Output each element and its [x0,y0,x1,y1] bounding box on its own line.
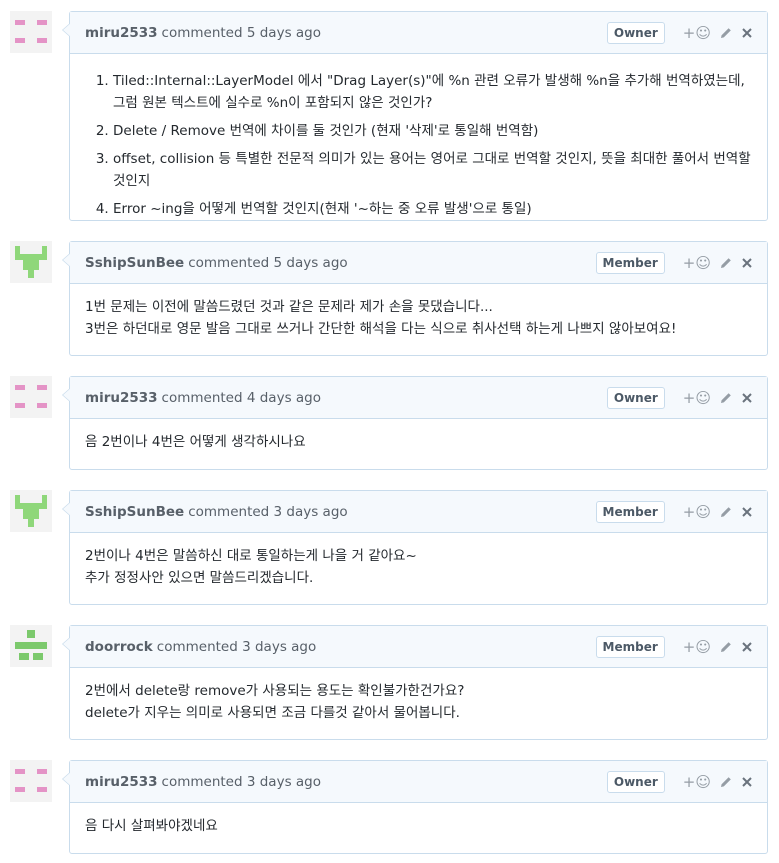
comment-actions: Member +☺ [595,491,753,533]
list-item: offset, collision 등 특별한 전문적 의미가 있는 용어는 영… [113,148,752,192]
list-item: Error ~ing을 어떻게 번역할 것인지(현재 '~하는 중 오류 발생'… [113,198,752,220]
comment-actions: Member +☺ [595,626,753,668]
comment-body: Tiled::Internal::LayerModel 에서 "Drag Lay… [70,54,767,238]
avatar[interactable] [10,490,52,532]
close-icon[interactable] [741,776,753,788]
close-icon[interactable] [741,506,753,518]
smiley-icon[interactable]: +☺ [683,254,711,272]
comment-header: SshipSunBee commented 5 days ago Member … [70,242,767,284]
close-icon[interactable] [741,641,753,653]
comment-body: 2번에서 delete랑 remove가 사용되는 용도는 확인불가한건가요? … [70,668,767,736]
pencil-icon[interactable] [719,26,733,40]
smiley-icon[interactable]: +☺ [683,24,711,42]
comment-text: 추가 정정사안 있으면 말씀드리겠습니다. [85,570,314,586]
comment-timestamp[interactable]: commented 5 days ago [162,25,321,41]
comment-text: 1번 문제는 이전에 말씀드렸던 것과 같은 문제라 제가 손을 못댔습니다..… [85,299,493,315]
comment-header: miru2533 commented 5 days ago Owner +☺ [70,12,767,54]
comment-text: 음 다시 살펴봐야겠네요 [85,818,218,834]
comment-header: doorrock commented 3 days ago Member +☺ [70,626,767,668]
comment-box: SshipSunBee commented 5 days ago Member … [62,241,768,356]
pencil-icon[interactable] [719,775,733,789]
comment-author[interactable]: miru2533 [85,774,158,790]
comment-text: delete가 지우는 의미로 사용되면 조금 다를것 같아서 물어봅니다. [85,705,460,721]
comment-text: 3번은 하던대로 영문 발음 그대로 쓰거나 간단한 해석을 다는 식으로 취사… [85,321,677,337]
comment-body: 음 다시 살펴봐야겠네요 [70,803,767,849]
comment-timestamp[interactable]: commented 3 days ago [188,504,347,520]
pencil-icon[interactable] [719,505,733,519]
comment-timestamp[interactable]: commented 5 days ago [188,255,347,271]
avatar[interactable] [10,241,52,283]
close-icon[interactable] [741,392,753,404]
comment-text: 2번이나 4번은 말씀하신 대로 통일하는게 나을 거 같아요~ [85,548,417,564]
role-badge: Member [595,252,665,274]
comment-body: 2번이나 4번은 말씀하신 대로 통일하는게 나을 거 같아요~ 추가 정정사안… [70,533,767,601]
comment-box: SshipSunBee commented 3 days ago Member … [62,490,768,605]
role-badge: Owner [606,22,665,44]
comment-author[interactable]: miru2533 [85,25,158,41]
comment-timestamp[interactable]: commented 3 days ago [162,774,321,790]
list-item: Delete / Remove 번역에 차이를 둘 것인가 (현재 '삭제'로 … [113,120,752,142]
comment-box: doorrock commented 3 days ago Member +☺ … [62,625,768,740]
comment-actions: Member +☺ [595,242,753,284]
comment-box: miru2533 commented 5 days ago Owner +☺ T… [62,11,768,221]
comment-header: SshipSunBee commented 3 days ago Member … [70,491,767,533]
comment-actions: Owner +☺ [606,761,753,803]
comment-author[interactable]: SshipSunBee [85,255,184,271]
comment-text: 2번에서 delete랑 remove가 사용되는 용도는 확인불가한건가요? [85,683,465,699]
avatar[interactable] [10,625,52,667]
comment-actions: Owner +☺ [606,12,753,54]
numbered-list: Tiled::Internal::LayerModel 에서 "Drag Lay… [85,70,752,220]
comment-body: 1번 문제는 이전에 말씀드렸던 것과 같은 문제라 제가 손을 못댔습니다..… [70,284,767,352]
smiley-icon[interactable]: +☺ [683,503,711,521]
pencil-icon[interactable] [719,256,733,270]
comment-header: miru2533 commented 4 days ago Owner +☺ [70,377,767,419]
role-badge: Member [595,636,665,658]
pencil-icon[interactable] [719,640,733,654]
comment-actions: Owner +☺ [606,377,753,419]
role-badge: Owner [606,387,665,409]
smiley-icon[interactable]: +☺ [683,638,711,656]
role-badge: Owner [606,771,665,793]
comment-body: 음 2번이나 4번은 어떻게 생각하시나요 [70,419,767,465]
comment-timestamp[interactable]: commented 3 days ago [157,639,316,655]
avatar[interactable] [10,376,52,418]
avatar[interactable] [10,760,52,802]
comment-timestamp[interactable]: commented 4 days ago [162,390,321,406]
pencil-icon[interactable] [719,391,733,405]
smiley-icon[interactable]: +☺ [683,773,711,791]
close-icon[interactable] [741,257,753,269]
list-item: Tiled::Internal::LayerModel 에서 "Drag Lay… [113,70,752,114]
close-icon[interactable] [741,27,753,39]
avatar[interactable] [10,11,52,53]
comment-author[interactable]: SshipSunBee [85,504,184,520]
comment-text: 음 2번이나 4번은 어떻게 생각하시나요 [85,434,306,450]
comment-author[interactable]: miru2533 [85,390,158,406]
comment-box: miru2533 commented 3 days ago Owner +☺ 음… [62,760,768,854]
comment-box: miru2533 commented 4 days ago Owner +☺ 음… [62,376,768,470]
comment-author[interactable]: doorrock [85,639,153,655]
comment-header: miru2533 commented 3 days ago Owner +☺ [70,761,767,803]
smiley-icon[interactable]: +☺ [683,389,711,407]
role-badge: Member [595,501,665,523]
